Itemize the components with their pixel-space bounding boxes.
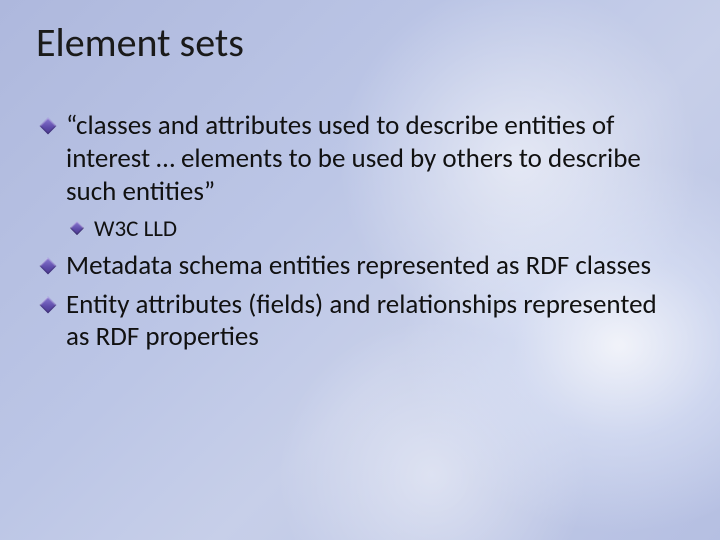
slide-body: “classes and attributes used to describe… <box>36 110 680 360</box>
diamond-bullet-icon <box>40 257 57 274</box>
bullet-level2: W3C LLD <box>36 215 680 244</box>
diamond-bullet-icon <box>40 296 57 313</box>
diamond-bullet-icon <box>40 118 57 135</box>
bullet-text: “classes and attributes used to describe… <box>66 109 641 208</box>
bullet-text: Entity attributes (fields) and relations… <box>66 288 657 354</box>
diamond-bullet-icon <box>70 221 84 235</box>
slide-title: Element sets <box>36 18 244 67</box>
bullet-level1: “classes and attributes used to describe… <box>36 110 680 209</box>
bullet-text: Metadata schema entities represented as … <box>66 249 651 282</box>
bullet-level1: Metadata schema entities represented as … <box>36 250 680 283</box>
bullet-level1: Entity attributes (fields) and relations… <box>36 289 680 355</box>
slide: Element sets “classes and attributes use… <box>0 0 720 540</box>
bullet-text: W3C LLD <box>94 215 177 243</box>
